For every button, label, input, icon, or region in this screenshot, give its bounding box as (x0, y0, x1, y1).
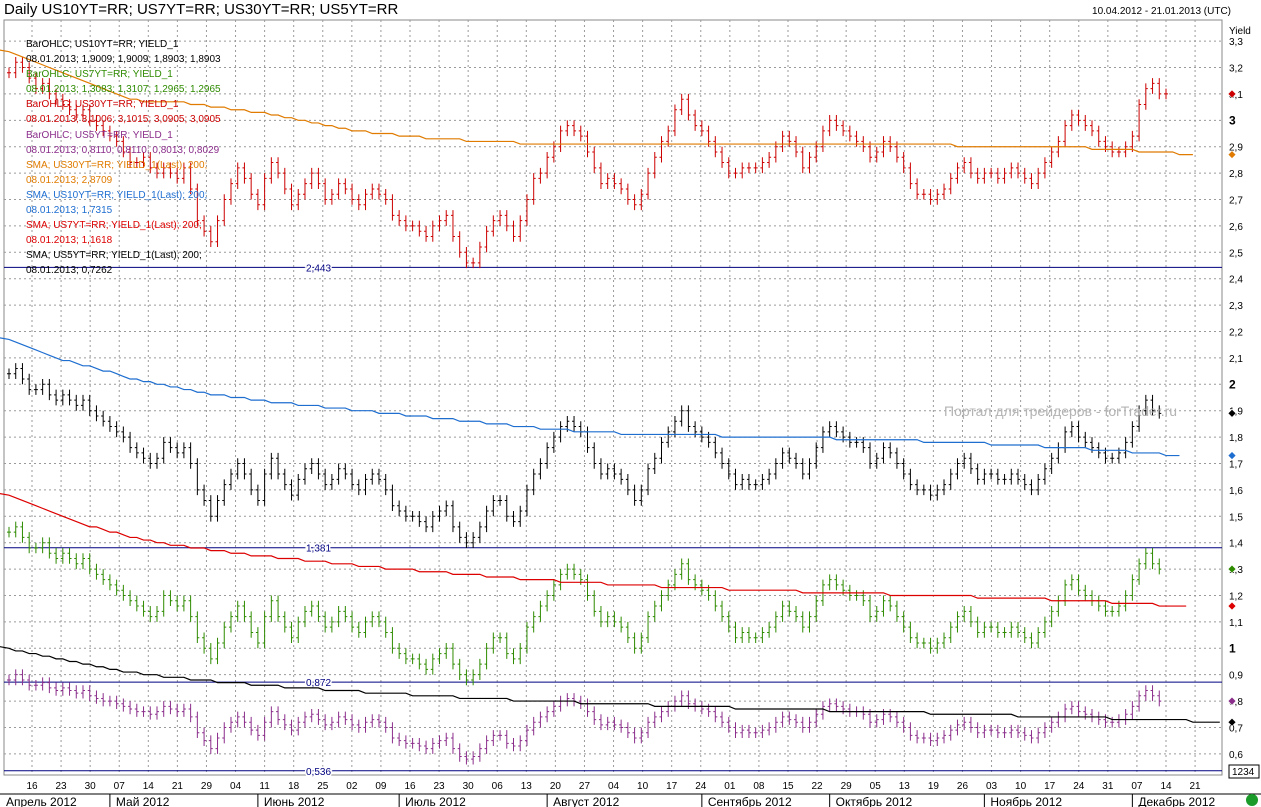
x-tick-label: 30 (463, 781, 475, 792)
x-tick-label: 02 (346, 781, 358, 792)
y-tick-label: 2,6 (1229, 222, 1243, 233)
x-tick-label: 14 (143, 781, 155, 792)
y-tick-label: 1,1 (1229, 618, 1243, 629)
y-tick-label: 3,2 (1229, 64, 1243, 75)
y-tick-label: 2,2 (1229, 328, 1243, 339)
y-tick-label: 1,8 (1229, 433, 1243, 444)
x-month-label: Август 2012 (553, 795, 619, 807)
x-tick-label: 17 (1044, 781, 1056, 792)
x-tick-label: 25 (317, 781, 329, 792)
x-tick-label: 14 (1160, 781, 1172, 792)
x-month-label: Декабрь 2012 (1138, 795, 1215, 807)
x-month-label: Июль 2012 (405, 795, 466, 807)
x-tick-label: 23 (434, 781, 446, 792)
horizontal-level-label: 2,443 (306, 263, 331, 274)
legend-entry: BarOHLC; US5YT=RR; YIELD_1 (26, 129, 173, 141)
x-tick-label: 26 (957, 781, 969, 792)
x-tick-label: 09 (375, 781, 387, 792)
x-tick-label: 05 (870, 781, 882, 792)
x-month-label: Июнь 2012 (264, 795, 325, 807)
x-tick-label: 29 (201, 781, 213, 792)
x-tick-label: 21 (1190, 781, 1202, 792)
legend-entry: BarOHLC; US30YT=RR; YIELD_1 (26, 99, 179, 111)
x-tick-label: 07 (114, 781, 126, 792)
legend: BarOHLC; US10YT=RR; YIELD_1 08.01.2013; … (26, 37, 221, 279)
x-tick-label: 21 (172, 781, 184, 792)
x-month-label: Ноябрь 2012 (990, 795, 1062, 807)
legend-entry: 08.01.2013; 1,7315 (26, 205, 113, 217)
legend-entry: 08.01.2013; 0,8110; 0,8110; 0,8013; 0,80… (26, 144, 220, 156)
y-tick-label: 1,5 (1229, 512, 1243, 523)
x-tick-label: 31 (1102, 781, 1114, 792)
x-tick-label: 13 (521, 781, 533, 792)
watermark: Портал для трейдеров - forTrader.ru (944, 403, 1178, 419)
legend-entry: 08.01.2013; 1,1618 (26, 235, 113, 247)
x-tick-label: 24 (695, 781, 707, 792)
x-tick-label: 19 (928, 781, 940, 792)
x-tick-label: 17 (666, 781, 678, 792)
x-tick-label: 16 (404, 781, 416, 792)
y-tick-label: 0,9 (1229, 671, 1243, 682)
x-tick-label: 16 (26, 781, 38, 792)
y-tick-label: 2 (1229, 377, 1236, 391)
status-dot (1246, 794, 1258, 806)
legend-entry: 08.01.2013; 0,7262 (26, 265, 113, 277)
legend-entry: BarOHLC; US10YT=RR; YIELD_1 (26, 39, 179, 50)
y-tick-label: 1,6 (1229, 486, 1243, 497)
y-tick-label: 2,4 (1229, 275, 1243, 286)
x-tick-label: 23 (56, 781, 68, 792)
y-tick-label: 1,4 (1229, 539, 1243, 550)
y-tick-label: 2,8 (1229, 169, 1243, 180)
legend-entry: 08.01.2013; 3,1006; 3,1015; 3,0905; 3,09… (26, 114, 221, 126)
x-tick-label: 27 (579, 781, 591, 792)
legend-entry: SMA; US10YT=RR; YIELD_1(Last); 200; (26, 189, 208, 201)
horizontal-level-label: 1,381 (306, 544, 331, 555)
x-month-label: Октябрь 2012 (836, 795, 913, 807)
x-tick-label: 10 (637, 781, 649, 792)
legend-entry: BarOHLC; US7YT=RR; YIELD_1 (26, 69, 173, 81)
x-tick-label: 22 (812, 781, 824, 792)
x-month-label: Апрель 2012 (6, 795, 77, 807)
x-tick-label: 04 (230, 781, 242, 792)
y-tick-label: 2,5 (1229, 248, 1243, 259)
x-tick-label: 13 (899, 781, 911, 792)
y-tick-label: 1 (1229, 641, 1236, 655)
x-month-label: Сентябрь 2012 (708, 795, 792, 807)
x-tick-label: 11 (259, 781, 270, 792)
x-tick-label: 06 (492, 781, 504, 792)
x-tick-label: 01 (724, 781, 736, 792)
x-tick-label: 24 (1073, 781, 1085, 792)
bar-count-label: 1234 (1232, 767, 1255, 778)
legend-entry: SMA; US7YT=RR; YIELD_1(Last); 200; (26, 220, 202, 232)
horizontal-level-label: 0,536 (306, 767, 331, 778)
legend-entry: 08.01.2013; 1,3083; 1,3107; 1,2965; 1,29… (26, 84, 221, 96)
x-tick-label: 30 (85, 781, 97, 792)
y-tick-label: 1,2 (1229, 591, 1243, 602)
y-tick-label: 2,1 (1229, 354, 1243, 365)
x-tick-label: 04 (608, 781, 620, 792)
value-marker (1227, 601, 1237, 611)
x-tick-label: 15 (782, 781, 794, 792)
x-month-label: Май 2012 (116, 795, 170, 807)
y-tick-label: 3,3 (1229, 37, 1243, 48)
x-tick-label: 08 (753, 781, 765, 792)
x-tick-label: 20 (550, 781, 562, 792)
y-tick-label: 1,7 (1229, 459, 1243, 470)
y-tick-label: 2,7 (1229, 196, 1243, 207)
y-axis-label: Yield (1229, 26, 1251, 37)
legend-entry: 08.01.2013; 2,8709 (26, 174, 113, 186)
chart-window: Daily US10YT=RR; US7YT=RR; US30YT=RR; US… (0, 0, 1261, 807)
x-tick-label: 18 (288, 781, 300, 792)
x-tick-label: 29 (841, 781, 853, 792)
y-tick-label: 3 (1229, 113, 1236, 127)
y-tick-label: 2,3 (1229, 301, 1243, 312)
x-tick-label: 03 (986, 781, 998, 792)
x-tick-label: 07 (1131, 781, 1143, 792)
value-marker (1227, 451, 1237, 461)
x-tick-label: 10 (1015, 781, 1027, 792)
legend-entry: 08.01.2013; 1,9009; 1,9009; 1,8903; 1,89… (26, 54, 221, 66)
legend-entry: SMA; US30YT=RR; YIELD_1(Last); 200; (26, 159, 208, 171)
legend-entry: SMA; US5YT=RR; YIELD_1(Last); 200; (26, 250, 202, 262)
y-tick-label: 0,6 (1229, 750, 1243, 761)
